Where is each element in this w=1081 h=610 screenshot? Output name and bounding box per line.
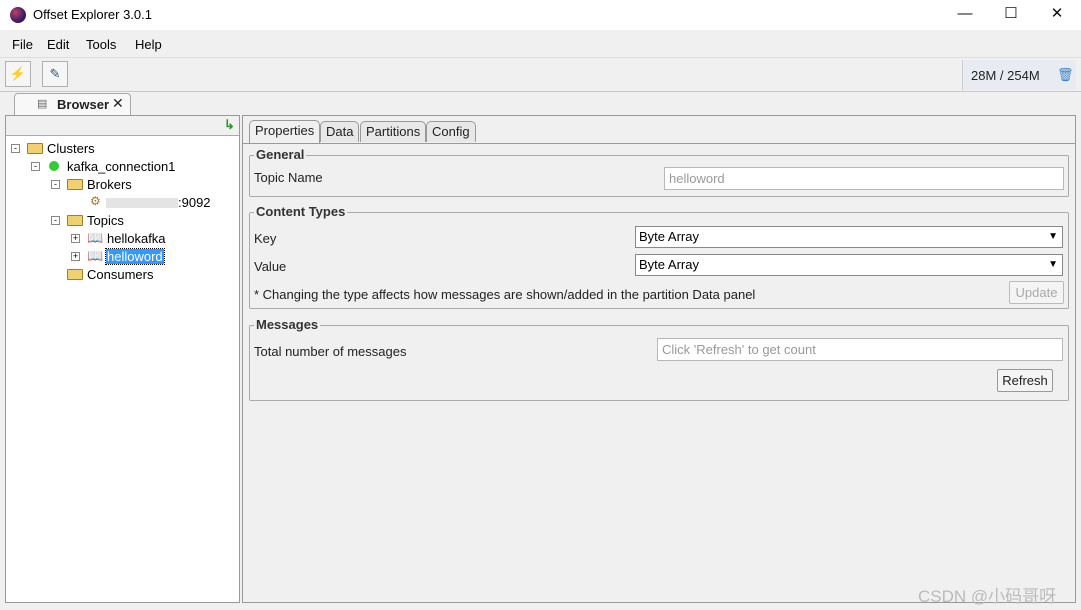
garbage-collect-icon[interactable]: 🗑	[1057, 67, 1074, 83]
tree-connection[interactable]: kafka_connection1	[67, 159, 175, 174]
title-bar: Offset Explorer 3.0.1 — ☐ ✕	[0, 0, 1081, 30]
expand-icon[interactable]: +	[71, 234, 80, 243]
browser-tree-panel: ↳ - Clusters - kafka_connection1 - Broke…	[5, 115, 240, 603]
plug-icon: ⚡	[9, 66, 27, 81]
menu-edit[interactable]: Edit	[47, 37, 69, 52]
dropdown-arrow-icon: ▼	[1048, 259, 1058, 270]
tab-partitions[interactable]: Partitions	[360, 121, 427, 142]
messages-group: Messages Total number of messages Click …	[249, 317, 1069, 401]
redacted-host	[106, 198, 178, 208]
edit-tree-button[interactable]: ✎	[42, 61, 68, 87]
key-type-select[interactable]: Byte Array ▼	[635, 226, 1063, 248]
content-type-note: * Changing the type affects how messages…	[254, 287, 756, 302]
menu-bar: File Edit Tools Help	[0, 30, 1081, 58]
topic-book-icon: 📖	[87, 230, 104, 245]
refresh-arrow-icon[interactable]: ↳	[224, 117, 235, 133]
collapse-icon[interactable]: -	[31, 162, 40, 171]
tree-topic-selected[interactable]: helloword	[105, 248, 165, 265]
folder-icon	[67, 269, 83, 280]
menu-help[interactable]: Help	[135, 37, 162, 52]
toolbar: ⚡ ✎	[0, 58, 1081, 92]
tree-broker[interactable]: :9092	[178, 195, 211, 210]
refresh-button[interactable]: Refresh	[997, 369, 1053, 392]
broker-gear-icon: ⚙	[90, 194, 101, 208]
topic-name-label: Topic Name	[254, 170, 323, 185]
collapse-icon[interactable]: -	[11, 144, 20, 153]
topic-details-panel: Properties Data Partitions Config Genera…	[242, 115, 1076, 603]
general-title: General	[254, 147, 307, 162]
content-types-title: Content Types	[254, 204, 348, 219]
content-types-group: Content Types Key Byte Array ▼ Value Byte…	[249, 204, 1069, 309]
tree-consumers[interactable]: Consumers	[87, 267, 153, 282]
key-label: Key	[254, 231, 277, 246]
topic-book-icon: 📖	[87, 248, 104, 263]
minimize-button[interactable]: —	[942, 0, 988, 30]
window-title: Offset Explorer 3.0.1	[33, 7, 152, 22]
tree-clusters[interactable]: Clusters	[47, 141, 95, 156]
app-logo-icon	[10, 7, 26, 23]
dropdown-arrow-icon: ▼	[1048, 231, 1058, 242]
close-tab-icon[interactable]: ✕	[112, 95, 124, 112]
browser-icon: ▤	[37, 98, 48, 110]
tree-edit-icon: ✎	[49, 66, 61, 81]
folder-icon	[67, 179, 83, 190]
total-messages-field[interactable]: Click 'Refresh' to get count	[657, 338, 1063, 361]
add-connection-button[interactable]: ⚡	[5, 61, 31, 87]
messages-title: Messages	[254, 317, 321, 332]
total-messages-label: Total number of messages	[254, 344, 407, 359]
memory-usage: 28M / 254M	[971, 68, 1040, 83]
menu-tools[interactable]: Tools	[86, 37, 116, 52]
tab-data[interactable]: Data	[320, 121, 360, 142]
general-group: General Topic Name helloword	[249, 147, 1069, 197]
expand-icon[interactable]: +	[71, 252, 80, 261]
close-button[interactable]: ✕	[1034, 0, 1080, 30]
value-type-select[interactable]: Byte Array ▼	[635, 254, 1063, 276]
tab-properties[interactable]: Properties	[249, 120, 321, 143]
watermark: CSDN @小码哥呀	[918, 587, 1057, 606]
tab-browser-label: Browser	[57, 97, 110, 112]
maximize-button[interactable]: ☐	[988, 0, 1034, 30]
tree-header: ↳	[6, 116, 239, 136]
update-button[interactable]: Update	[1009, 281, 1064, 304]
tree-topic[interactable]: hellokafka	[107, 231, 166, 246]
menu-file[interactable]: File	[12, 37, 33, 52]
folder-icon	[27, 143, 43, 154]
collapse-icon[interactable]: -	[51, 216, 60, 225]
topic-name-field[interactable]: helloword	[664, 167, 1064, 190]
collapse-icon[interactable]: -	[51, 180, 60, 189]
tab-browser[interactable]: ▤ Browser ✕	[14, 93, 131, 115]
tree-brokers[interactable]: Brokers	[87, 177, 132, 192]
memory-indicator: 28M / 254M 🗑	[962, 60, 1076, 90]
value-type-value: Byte Array	[639, 257, 699, 272]
tab-config[interactable]: Config	[426, 121, 476, 142]
value-label: Value	[254, 259, 287, 274]
folder-icon	[67, 215, 83, 226]
connected-status-icon	[49, 161, 59, 171]
tree-topics[interactable]: Topics	[87, 213, 124, 228]
key-type-value: Byte Array	[639, 229, 699, 244]
